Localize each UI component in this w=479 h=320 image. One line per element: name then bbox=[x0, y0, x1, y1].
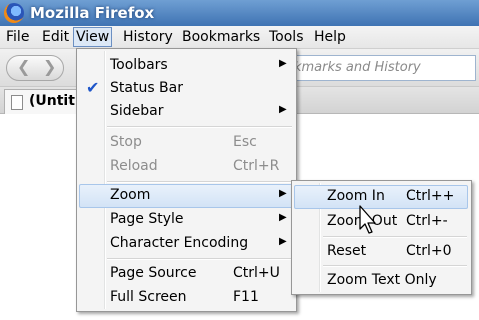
full-screen-shortcut: F11 bbox=[233, 289, 259, 305]
menu-item-sidebar[interactable]: Sidebar ▶ bbox=[79, 100, 292, 122]
stop-shortcut: Esc bbox=[233, 134, 257, 150]
menu-view[interactable]: View bbox=[73, 27, 113, 47]
submenu-arrow-icon: ▶ bbox=[279, 58, 287, 69]
menu-history[interactable]: History bbox=[121, 28, 175, 46]
menu-separator bbox=[107, 126, 292, 128]
reset-label: Reset bbox=[327, 243, 367, 259]
menu-separator bbox=[107, 181, 292, 183]
back-forward-buttons[interactable]: ❮ ❯ bbox=[6, 55, 64, 81]
menu-separator bbox=[323, 265, 467, 267]
firefox-logo-icon bbox=[4, 3, 24, 23]
menu-item-stop[interactable]: Stop Esc bbox=[79, 131, 292, 153]
menu-item-zoom-out[interactable]: Zoom Out Ctrl+- bbox=[294, 210, 467, 232]
zoom-in-shortcut: Ctrl++ bbox=[406, 188, 455, 204]
menu-separator bbox=[323, 236, 467, 238]
menu-bar: File Edit View History Bookmarks Tools H… bbox=[0, 26, 479, 49]
menu-item-zoom-in[interactable]: Zoom In Ctrl++ bbox=[294, 185, 468, 209]
menu-item-zoom-text-only[interactable]: Zoom Text Only bbox=[294, 269, 467, 291]
submenu-arrow-icon: ▶ bbox=[279, 188, 287, 199]
menu-item-toolbars[interactable]: Toolbars ▶ bbox=[79, 54, 292, 76]
menu-separator bbox=[107, 258, 292, 260]
page-icon bbox=[11, 95, 23, 110]
zoom-text-only-label: Zoom Text Only bbox=[327, 272, 437, 288]
forward-arrow-icon[interactable]: ❯ bbox=[43, 57, 56, 76]
stop-label: Stop bbox=[110, 134, 142, 150]
menu-item-zoom[interactable]: Zoom ▶ bbox=[79, 184, 293, 208]
page-style-label: Page Style bbox=[110, 211, 184, 227]
zoom-in-label: Zoom In bbox=[327, 188, 385, 204]
submenu-arrow-icon: ▶ bbox=[279, 236, 287, 247]
title-bar: Mozilla Firefox bbox=[0, 0, 479, 26]
menu-tools[interactable]: Tools bbox=[267, 28, 306, 46]
search-field[interactable]: okmarks and History bbox=[280, 55, 476, 81]
menu-item-full-screen[interactable]: Full Screen F11 bbox=[79, 286, 292, 308]
sidebar-label: Sidebar bbox=[110, 103, 164, 119]
zoom-label: Zoom bbox=[110, 187, 151, 203]
menu-item-reload[interactable]: Reload Ctrl+R bbox=[79, 155, 292, 177]
menu-bookmarks[interactable]: Bookmarks bbox=[180, 28, 262, 46]
page-source-label: Page Source bbox=[110, 265, 197, 281]
checkmark-icon: ✔ bbox=[86, 78, 100, 97]
page-source-shortcut: Ctrl+U bbox=[233, 265, 280, 281]
menu-item-reset[interactable]: Reset Ctrl+0 bbox=[294, 240, 467, 262]
window-title: Mozilla Firefox bbox=[30, 4, 155, 22]
toolbars-label: Toolbars bbox=[110, 57, 168, 73]
menu-item-character-encoding[interactable]: Character Encoding ▶ bbox=[79, 232, 292, 254]
reload-label: Reload bbox=[110, 158, 158, 174]
status-bar-label: Status Bar bbox=[110, 80, 184, 96]
zoom-submenu: Zoom In Ctrl++ Zoom Out Ctrl+- Reset Ctr… bbox=[291, 180, 472, 295]
reload-shortcut: Ctrl+R bbox=[233, 158, 280, 174]
search-placeholder: okmarks and History bbox=[286, 60, 421, 75]
tab-label: (Untit bbox=[29, 93, 75, 109]
menu-file[interactable]: File bbox=[4, 28, 31, 46]
menu-item-page-source[interactable]: Page Source Ctrl+U bbox=[79, 262, 292, 284]
back-arrow-icon[interactable]: ❮ bbox=[17, 57, 30, 76]
menu-item-status-bar[interactable]: ✔ Status Bar bbox=[79, 77, 292, 99]
submenu-arrow-icon: ▶ bbox=[279, 104, 287, 115]
reset-shortcut: Ctrl+0 bbox=[406, 243, 452, 259]
zoom-out-shortcut: Ctrl+- bbox=[406, 213, 448, 229]
menu-help[interactable]: Help bbox=[312, 28, 348, 46]
mouse-cursor-icon bbox=[359, 205, 376, 234]
submenu-arrow-icon: ▶ bbox=[279, 212, 287, 223]
menu-item-page-style[interactable]: Page Style ▶ bbox=[79, 208, 292, 230]
view-menu: Toolbars ▶ ✔ Status Bar Sidebar ▶ Stop E… bbox=[76, 48, 297, 312]
menu-edit[interactable]: Edit bbox=[40, 28, 71, 46]
character-encoding-label: Character Encoding bbox=[110, 235, 249, 251]
full-screen-label: Full Screen bbox=[110, 289, 187, 305]
